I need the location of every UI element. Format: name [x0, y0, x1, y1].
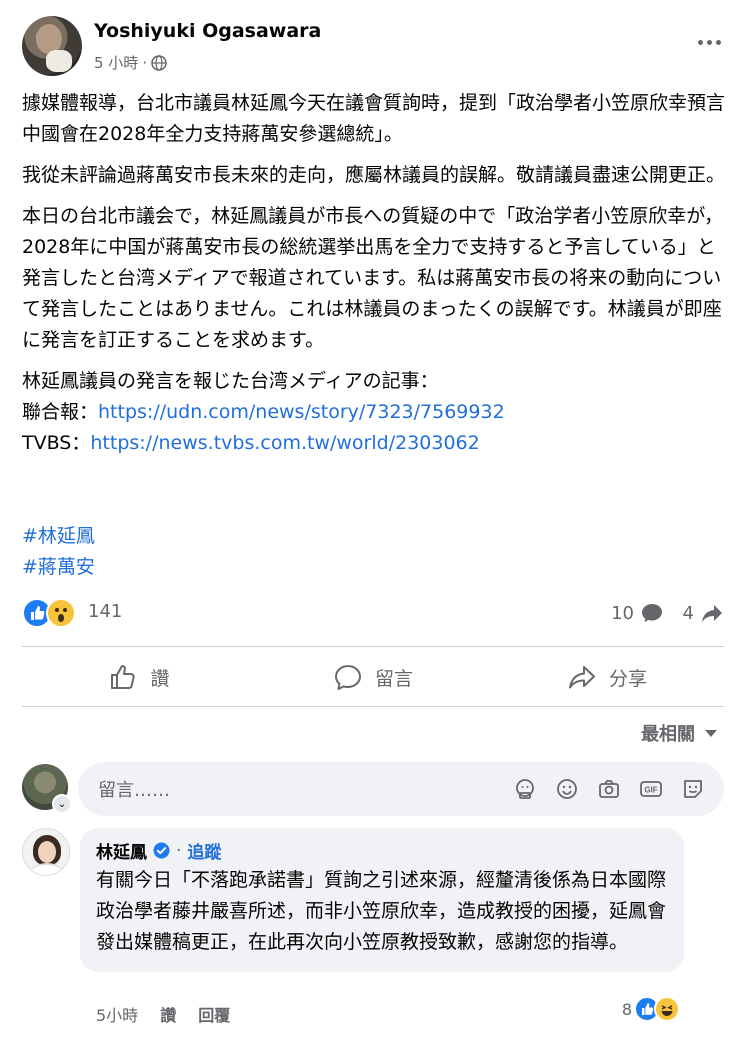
haha-reaction-icon: [654, 996, 680, 1022]
hashtag-link[interactable]: #蔣萬安: [22, 552, 95, 583]
reaction-count[interactable]: 141: [88, 601, 122, 622]
hashtags: #林延鳳 #蔣萬安: [22, 521, 95, 583]
svg-text:GIF: GIF: [644, 786, 657, 795]
post-actions: 讚 留言 分享: [22, 650, 724, 704]
comment-sort-dropdown[interactable]: 最相關: [641, 720, 719, 746]
comment-like-button[interactable]: 讚: [160, 1002, 176, 1026]
like-label: 讚: [150, 667, 170, 690]
current-user-avatar[interactable]: ⌄: [22, 764, 72, 814]
comment-input-placeholder: 留言……: [98, 780, 170, 801]
share-icon: [568, 666, 595, 689]
camera-icon[interactable]: [596, 776, 622, 802]
caret-down-icon: [705, 730, 717, 737]
comment-reaction-count: 8: [621, 999, 632, 1019]
sources-heading: 林延鳳議員の発言を報じた台湾メディアの記事：: [22, 370, 439, 392]
author-name[interactable]: Yoshiyuki Ogasawara: [94, 20, 321, 42]
sort-label: 最相關: [641, 724, 695, 745]
author-avatar[interactable]: [22, 16, 82, 76]
post-paragraph: 本日の台北市議会で，林延鳳議員が市長への質疑の中で「政治学者小笠原欣幸が，202…: [22, 205, 724, 351]
sticker-icon[interactable]: [680, 776, 706, 802]
comment-label: 留言: [374, 667, 413, 690]
reaction-icons[interactable]: [22, 598, 82, 628]
globe-icon: [151, 54, 167, 71]
sources-block: 林延鳳議員の発言を報じた台湾メディアの記事： 聯合報：https://udn.c…: [22, 366, 728, 459]
share-count[interactable]: 4: [683, 601, 724, 625]
comment-reactions[interactable]: 8: [622, 996, 680, 1022]
comment-text: 有關今日「不落跑承諾書」質詢之引述來源，經釐清後係為日本國際政治學者藤井嚴喜所述…: [96, 869, 667, 953]
follow-button[interactable]: 追蹤: [187, 838, 221, 863]
comment-composer: ⌄ 留言…… GIF: [22, 762, 724, 816]
more-options-icon[interactable]: [691, 30, 727, 54]
comment-count[interactable]: 10: [611, 601, 664, 625]
composer-tools: GIF: [512, 776, 706, 802]
comment-bubble: 林延鳳 · 追蹤 有關今日「不落跑承諾書」質詢之引述來源，經釐清後係為日本國際政…: [80, 828, 684, 972]
comment-count-number: 10: [611, 602, 634, 624]
post-stats: 141 10 4: [22, 596, 724, 630]
gif-icon[interactable]: GIF: [638, 776, 664, 802]
share-arrow-icon: [702, 605, 722, 622]
share-button[interactable]: 分享: [490, 650, 724, 704]
source1-label: 聯合報：: [22, 401, 99, 423]
comment-reply-button[interactable]: 回覆: [198, 1002, 230, 1026]
share-label: 分享: [608, 667, 647, 690]
chevron-down-icon[interactable]: ⌄: [52, 794, 72, 814]
commenter-avatar[interactable]: [22, 828, 70, 876]
avatar-sticker-icon[interactable]: [512, 776, 538, 802]
source1-link[interactable]: https://udn.com/news/story/7323/7569932: [98, 401, 505, 423]
post-header: Yoshiyuki Ogasawara 5 小時 ·: [22, 16, 727, 76]
source2-label: TVBS：: [22, 432, 91, 454]
comment-head: 林延鳳 · 追蹤: [96, 838, 668, 864]
like-button[interactable]: 讚: [22, 650, 256, 704]
post-time[interactable]: 5 小時: [94, 52, 138, 73]
hashtag-link[interactable]: #林延鳳: [22, 521, 95, 552]
post-paragraph: 據媒體報導，台北市議員林延鳳今天在議會質詢時，提到「政治學者小笠原欣幸預言中國會…: [22, 92, 726, 145]
divider: [22, 646, 724, 647]
emoji-icon[interactable]: [554, 776, 580, 802]
comment-icon: [334, 665, 361, 690]
comment-time[interactable]: 5小時: [96, 1002, 138, 1026]
source2-link[interactable]: https://news.tvbs.com.tw/world/2303062: [90, 432, 479, 454]
post-paragraph: 我從未評論過蔣萬安市長未來的走向，應屬林議員的誤解。敬請議員盡速公開更正。: [22, 164, 726, 186]
verified-badge-icon: [153, 842, 170, 859]
post-meta: 5 小時 ·: [94, 52, 167, 73]
comment-footer: 5小時 讚 回覆: [96, 1002, 230, 1026]
wow-reaction-icon: [46, 598, 76, 628]
divider: [22, 706, 724, 707]
thumbs-up-icon: [111, 665, 136, 689]
share-count-number: 4: [682, 602, 694, 624]
post-body: 據媒體報導，台北市議員林延鳳今天在議會質詢時，提到「政治學者小笠原欣幸預言中國會…: [22, 88, 728, 459]
comment-button[interactable]: 留言: [256, 650, 490, 704]
commenter-name[interactable]: 林延鳳: [96, 838, 147, 863]
comment-bubble-icon: [642, 604, 662, 622]
